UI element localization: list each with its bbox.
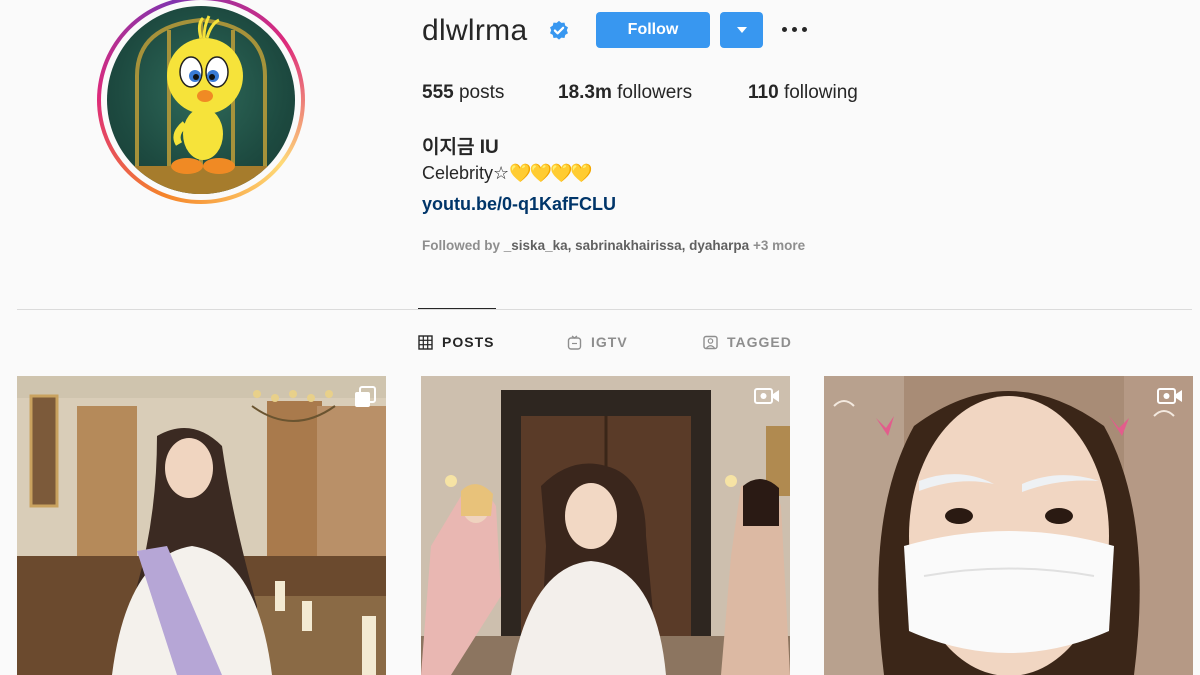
tab-igtv[interactable]: IGTV xyxy=(567,334,628,350)
suggested-dropdown-button[interactable] xyxy=(720,12,763,48)
post-thumbnail-2[interactable] xyxy=(421,376,790,675)
tabs-divider xyxy=(17,309,1192,310)
avatar-image xyxy=(107,6,295,194)
following-link[interactable]: 110 following xyxy=(748,82,858,104)
profile-avatar[interactable] xyxy=(97,0,305,204)
chevron-down-icon xyxy=(737,27,747,33)
more-dots-icon xyxy=(782,27,787,32)
profile-bio: Celebrity☆💛💛💛💛 xyxy=(422,163,593,183)
grid-icon xyxy=(418,334,433,350)
multiple-photos-icon xyxy=(355,386,376,407)
profile-website-link[interactable]: youtu.be/0-q1KafFCLU xyxy=(422,194,616,215)
tweety-illustration xyxy=(107,15,295,194)
video-icon xyxy=(1157,388,1182,404)
more-options-button[interactable] xyxy=(778,14,812,44)
tagged-icon xyxy=(703,335,718,349)
verified-badge-icon xyxy=(550,20,568,40)
profile-username: dlwlrma xyxy=(422,14,528,47)
post-image xyxy=(824,376,1193,675)
post-image xyxy=(17,376,386,675)
active-tab-indicator xyxy=(418,308,496,309)
yellow-hearts-emoji: 💛💛💛💛 xyxy=(509,163,593,183)
profile-full-name: 이지금 IU xyxy=(422,137,499,158)
followed-by-text[interactable]: Followed by _siska_ka, sabrinakhairissa,… xyxy=(422,238,805,253)
post-thumbnail-3[interactable] xyxy=(824,376,1193,675)
tab-posts[interactable]: POSTS xyxy=(418,334,494,350)
video-icon xyxy=(754,388,779,404)
posts-count: 555 posts xyxy=(422,82,505,103)
follow-button[interactable]: Follow xyxy=(596,12,710,48)
post-thumbnail-1[interactable] xyxy=(17,376,386,675)
tab-tagged[interactable]: TAGGED xyxy=(703,334,792,350)
post-image xyxy=(421,376,790,675)
followers-link[interactable]: 18.3m followers xyxy=(558,82,692,104)
igtv-icon xyxy=(567,334,582,350)
